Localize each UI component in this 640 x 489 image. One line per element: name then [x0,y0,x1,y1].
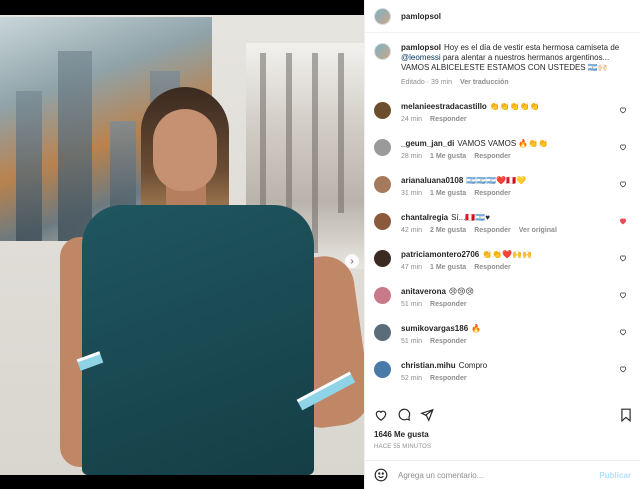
commenter-username[interactable]: anitaverona [401,287,446,296]
commenter-avatar[interactable] [374,361,391,378]
comment-item: melanieestradacastillo 👏👏👏👏👏 24 min Respond… [374,102,631,139]
commenter-avatar[interactable] [374,102,391,119]
comment-text: 😢😢😢 [448,287,474,296]
save-bookmark-icon[interactable] [620,408,632,422]
comment-likes-count[interactable]: 1 Me gusta [430,263,466,273]
comment-item: arianaluana0108 🇦🇷🇦🇷🇦🇷❤️🇵🇪💛 31 min 1 Me gus… [374,176,631,213]
commenter-avatar[interactable] [374,176,391,193]
comment-like-heart-icon[interactable] [619,254,627,262]
caption-text-before: Hoy es el día de vestir esta hermosa cam… [444,43,620,52]
post-header: pamlopsol [365,0,640,33]
owner-avatar[interactable] [374,7,391,25]
comment-like-heart-icon[interactable] [619,291,627,299]
add-comment-bar: Publicar [365,460,640,489]
add-comment-input[interactable] [398,470,600,480]
comment-item: _geum_jan_di VAMOS VAMOS 🔥👏👏 28 min 1 Me gu… [374,139,631,176]
see-original-link[interactable]: Ver original [519,226,557,236]
comment-time: 52 min [401,375,423,382]
post-side-panel: pamlopsol pamlopsol Hoy es el día de vest… [364,0,640,489]
comment-item: chantalregia Sí...🇵🇪🇦🇷♥ 42 min 2 Me gusta Re… [374,213,631,250]
commenter-username[interactable]: sumikovargas186 [401,324,468,333]
post-actions [365,402,640,428]
commenter-username[interactable]: arianaluana0108 [401,176,463,185]
comment-text: Compro [458,361,488,370]
comment-like-heart-icon[interactable] [619,143,627,151]
reply-button[interactable]: Responder [430,337,467,347]
comments-list[interactable]: pamlopsol Hoy es el día de vestir esta he… [365,34,640,399]
comment-time: 31 min [401,190,423,197]
caption-avatar[interactable] [374,43,391,60]
commenter-username[interactable]: melanieestradacastillo [401,102,487,111]
comment-bubble-icon[interactable] [397,408,411,422]
likes-count[interactable]: 1646 Me gusta [374,430,429,439]
caption-edited-time: Editado · 39 min [401,79,452,86]
comment-text: VAMOS VAMOS 🔥👏👏 [457,139,549,148]
reply-button[interactable]: Responder [474,152,511,162]
comment-like-heart-icon[interactable] [619,180,627,188]
comment-time: 28 min [401,153,423,160]
comment-like-heart-icon[interactable] [619,328,627,336]
commenter-avatar[interactable] [374,324,391,341]
emoji-smile-icon[interactable] [374,468,388,482]
comment-text: 👏👏👏👏👏 [489,102,540,111]
comment-liked-heart-icon[interactable] [619,217,627,225]
owner-username[interactable]: pamlopsol [401,12,441,21]
comment-time: 51 min [401,301,423,308]
commenter-avatar[interactable] [374,250,391,267]
photo-person [56,87,364,475]
photo-jersey [76,205,356,475]
reply-button[interactable]: Responder [430,374,467,384]
next-slide-arrow-icon[interactable]: › [345,254,359,268]
post-photo[interactable]: › [0,15,364,475]
comment-likes-count[interactable]: 1 Me gusta [430,152,466,162]
comment-time: 42 min [401,227,423,234]
share-send-icon[interactable] [420,408,434,422]
reply-button[interactable]: Responder [474,226,511,236]
comment-like-heart-icon[interactable] [619,365,627,373]
reply-button[interactable]: Responder [474,189,511,199]
comment-text: 👏👏❤️🙌🙌 [482,250,533,259]
comment-item: patriciamontero2706 👏👏❤️🙌🙌 47 min 1 Me gust… [374,250,631,287]
caption-username[interactable]: pamlopsol [401,43,441,52]
reply-button[interactable]: Responder [430,300,467,310]
comment-item: sumikovargas186 🔥 51 min Responder [374,324,631,361]
commenter-username[interactable]: patriciamontero2706 [401,250,479,259]
caption-mention[interactable]: @leomessi [401,53,441,62]
publish-button[interactable]: Publicar [599,471,631,480]
commenter-username[interactable]: chantalregia [401,213,448,222]
commenter-username[interactable]: christian.mihu [401,361,456,370]
comment-time: 47 min [401,264,423,271]
commenter-avatar[interactable] [374,287,391,304]
comment-text: 🇦🇷🇦🇷🇦🇷❤️🇵🇪💛 [466,176,527,185]
commenter-avatar[interactable] [374,139,391,156]
commenter-username[interactable]: _geum_jan_di [401,139,454,148]
comment-likes-count[interactable]: 2 Me gusta [430,226,466,236]
post-caption: pamlopsol Hoy es el día de vestir esta he… [374,43,631,88]
comment-rows: melanieestradacastillo 👏👏👏👏👏 24 min Respond… [374,102,631,398]
commenter-avatar[interactable] [374,213,391,230]
comment-item: anitaverona 😢😢😢 51 min Responder [374,287,631,324]
translate-link[interactable]: Ver traducción [460,78,509,88]
comment-likes-count[interactable]: 1 Me gusta [430,189,466,199]
comment-like-heart-icon[interactable] [619,106,627,114]
comment-item: christian.mihu Compro 52 min Responder [374,361,631,398]
like-heart-icon[interactable] [374,408,388,422]
reply-button[interactable]: Responder [474,263,511,273]
comment-time: 51 min [401,338,423,345]
post-time-ago: HACE 55 MINUTOS [374,444,432,450]
comment-text: 🔥 [471,324,482,333]
post-modal: › pamlopsol pamlopsol Hoy es el día de ve… [0,0,640,489]
reply-button[interactable]: Responder [430,115,467,125]
comment-time: 24 min [401,116,423,123]
comment-text: Sí...🇵🇪🇦🇷♥ [451,213,491,222]
